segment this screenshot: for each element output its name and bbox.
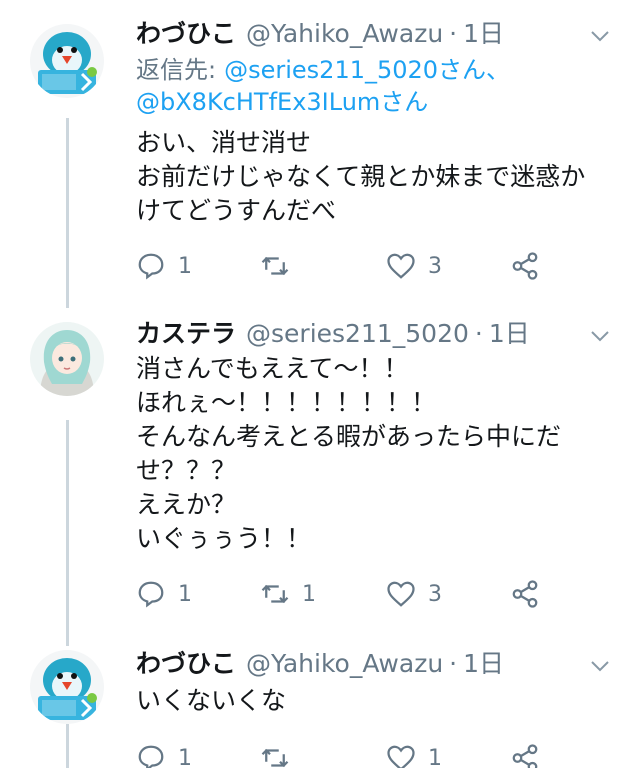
avatar[interactable] — [30, 650, 104, 724]
share-button[interactable] — [510, 246, 540, 286]
tweet[interactable]: カステラ @series211_5020 · 1日 消さんでもええて〜！！ ほれ… — [0, 314, 636, 634]
tweet-text-line: おい、消せ消せ — [136, 128, 312, 157]
display-name[interactable]: わづひこ — [136, 644, 236, 684]
like-count: 3 — [428, 253, 442, 279]
reply-mention[interactable]: @bX8KcHTfEx3ILumさん — [136, 88, 428, 116]
reply-icon — [138, 581, 164, 608]
share-button[interactable] — [510, 738, 540, 768]
retweet-button[interactable] — [260, 738, 302, 768]
reply-label: 返信先: — [136, 56, 217, 84]
anime-girl-avatar-icon — [30, 322, 104, 396]
share-icon — [512, 580, 538, 608]
share-button[interactable] — [510, 574, 540, 614]
chevron-down-icon[interactable] — [588, 654, 612, 678]
tweet-text-line: ええか？ — [136, 490, 237, 519]
tweet-text-line: いくないくな — [136, 686, 287, 715]
user-handle[interactable]: @Yahiko_Awazu — [246, 14, 443, 54]
share-icon — [512, 252, 538, 280]
like-count: 3 — [428, 581, 442, 607]
like-button[interactable]: 1 — [386, 738, 442, 768]
retweet-icon — [261, 256, 289, 276]
tweet-actions: 1 3 — [136, 246, 556, 286]
reply-button[interactable]: 1 — [136, 246, 192, 286]
user-handle[interactable]: @series211_5020 — [246, 314, 469, 354]
tweet[interactable]: わづひこ @Yahiko_Awazu · 1日 返信先: @series211_5… — [0, 14, 636, 304]
reply-count: 1 — [178, 253, 192, 279]
like-button[interactable]: 3 — [386, 574, 442, 614]
retweet-button[interactable] — [260, 246, 302, 286]
tweet-text-line: せ？？？ — [136, 456, 237, 485]
reply-count: 1 — [178, 745, 192, 768]
reply-mention[interactable]: @series211_5020さん、 — [224, 56, 510, 84]
heart-icon — [387, 745, 415, 768]
tweet-text: 消さんでもええて〜！！ ほれぇ〜！！！！！！！！ そんなん考えとる暇があったら中… — [136, 352, 616, 556]
chevron-down-icon[interactable] — [588, 324, 612, 348]
reply-count: 1 — [178, 581, 192, 607]
tweet-text-line: 消さんでもええて〜！！ — [136, 354, 409, 383]
retweet-icon — [261, 584, 289, 604]
tweet-text: おい、消せ消せ お前だけじゃなくて親とか妹まで迷惑か けてどうすんだべ — [136, 126, 616, 228]
avatar[interactable] — [30, 322, 104, 396]
reply-icon — [138, 745, 164, 768]
heart-icon — [387, 253, 415, 279]
reply-icon — [138, 253, 164, 280]
avatar[interactable] — [30, 24, 104, 98]
tweet-header: わづひこ @Yahiko_Awazu · 1日 — [136, 14, 504, 54]
chevron-down-icon[interactable] — [588, 24, 612, 48]
user-handle[interactable]: @Yahiko_Awazu — [246, 644, 443, 684]
display-name[interactable]: カステラ — [136, 314, 236, 354]
tweet-actions: 1 1 3 — [136, 574, 556, 614]
tweet-header: わづひこ @Yahiko_Awazu · 1日 — [136, 644, 504, 684]
penguin-suica-icon — [30, 650, 104, 724]
timestamp[interactable]: 1日 — [489, 314, 530, 354]
heart-icon — [387, 581, 415, 607]
tweet-header: カステラ @series211_5020 · 1日 — [136, 314, 530, 354]
separator: · — [474, 319, 483, 348]
tweet-text-line: お前だけじゃなくて親とか妹まで迷惑か — [136, 162, 586, 191]
tweet-text: いくないくな — [136, 684, 616, 718]
display-name[interactable]: わづひこ — [136, 14, 236, 54]
separator: · — [449, 19, 458, 48]
tweet[interactable]: わづひこ @Yahiko_Awazu · 1日 いくないくな 1 1 — [0, 644, 636, 768]
reply-button[interactable]: 1 — [136, 574, 192, 614]
tweet-text-line: けてどうすんだべ — [136, 196, 337, 225]
tweet-text-line: ほれぇ〜！！！！！！！！ — [136, 388, 437, 417]
replying-to: 返信先: @series211_5020さん、 @bX8KcHTfEx3ILumさ… — [136, 54, 510, 118]
timestamp[interactable]: 1日 — [463, 14, 504, 54]
separator: · — [449, 649, 458, 678]
tweet-text-line: そんなん考えとる暇があったら中にだ — [136, 422, 562, 451]
retweet-count: 1 — [302, 581, 316, 607]
reply-button[interactable]: 1 — [136, 738, 192, 768]
penguin-suica-icon — [30, 24, 104, 98]
tweet-actions: 1 1 — [136, 738, 556, 768]
like-count: 1 — [428, 745, 442, 768]
share-icon — [512, 744, 538, 768]
tweet-text-line: いぐぅぅう！！ — [136, 524, 312, 553]
like-button[interactable]: 3 — [386, 246, 442, 286]
timestamp[interactable]: 1日 — [463, 644, 504, 684]
retweet-icon — [261, 748, 289, 768]
retweet-button[interactable]: 1 — [260, 574, 316, 614]
